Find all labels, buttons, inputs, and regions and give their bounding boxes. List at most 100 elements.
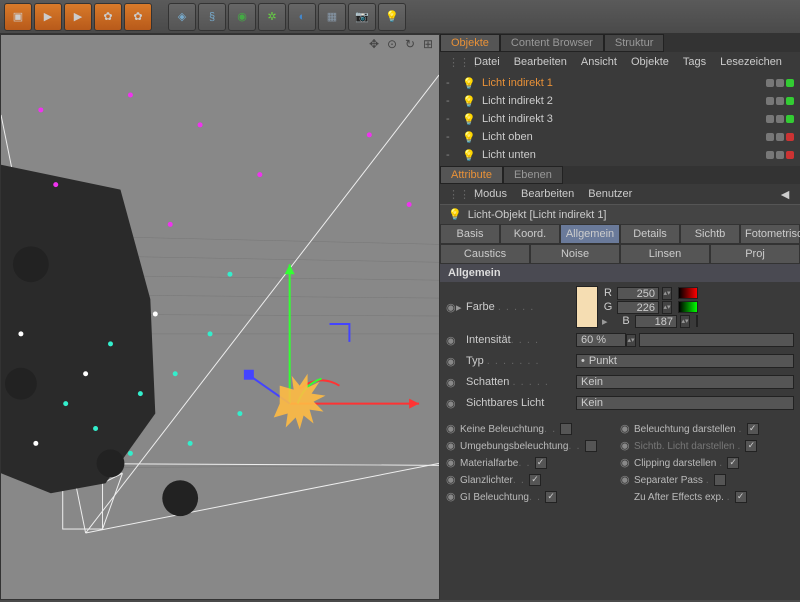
menu-edit[interactable]: Bearbeiten xyxy=(521,188,574,200)
prop-tab[interactable]: Basis xyxy=(440,224,500,244)
checkbox[interactable]: ✓ xyxy=(529,474,541,486)
checkbox[interactable] xyxy=(560,423,572,435)
visibility-dot[interactable] xyxy=(776,115,784,123)
attribute-tabs: Attribute Ebenen xyxy=(440,166,800,184)
prop-tab[interactable]: Linsen xyxy=(620,244,710,264)
checkbox[interactable]: ✓ xyxy=(747,423,759,435)
color-r-input[interactable]: 250 xyxy=(617,287,659,300)
visibility-dot[interactable] xyxy=(766,151,774,159)
prop-tab[interactable]: Koord. xyxy=(500,224,560,244)
visibility-dot[interactable] xyxy=(786,97,794,105)
checkbox[interactable]: ✓ xyxy=(727,457,739,469)
tab-objects[interactable]: Objekte xyxy=(440,34,500,52)
tool-render-icon[interactable]: ▶ xyxy=(34,3,62,31)
visibility-dot[interactable] xyxy=(766,97,774,105)
tool-spline-icon[interactable]: § xyxy=(198,3,226,31)
prop-tab[interactable]: Proj xyxy=(710,244,800,264)
object-name[interactable]: Licht indirekt 2 xyxy=(482,95,766,107)
vp-maximize-icon[interactable]: ⊞ xyxy=(421,37,435,51)
checkbox[interactable]: ✓ xyxy=(545,491,557,503)
tool-cube-icon[interactable]: ▣ xyxy=(4,3,32,31)
main-toolbar: ▣ ▶ ▶ ✿ ✿ ◈ § ◉ ✲ ◐ ▦ 📷 💡 xyxy=(0,0,800,34)
grip-icon[interactable]: ⋮⋮⋮ xyxy=(448,56,460,69)
color-b-input[interactable]: 187 xyxy=(635,315,677,328)
spinner-icon[interactable]: ▴▾ xyxy=(626,334,636,347)
tool-generator-icon[interactable]: ◉ xyxy=(228,3,256,31)
tool-light-icon[interactable]: 💡 xyxy=(378,3,406,31)
vp-move-icon[interactable]: ✥ xyxy=(367,37,381,51)
menu-view[interactable]: Ansicht xyxy=(581,56,617,68)
prop-tab[interactable]: Fotometrisch xyxy=(740,224,800,244)
light-icon: 💡 xyxy=(462,113,476,126)
checkbox[interactable] xyxy=(714,474,726,486)
tab-content-browser[interactable]: Content Browser xyxy=(500,34,604,52)
tab-structure[interactable]: Struktur xyxy=(604,34,665,52)
tool-deformer-icon[interactable]: ✲ xyxy=(258,3,286,31)
red-slider[interactable] xyxy=(678,287,698,299)
object-name[interactable]: Licht oben xyxy=(482,131,766,143)
tool-floor-icon[interactable]: ▦ xyxy=(318,3,346,31)
tool-primitive-icon[interactable]: ◈ xyxy=(168,3,196,31)
color-g-input[interactable]: 226 xyxy=(617,301,659,314)
menu-bookmarks[interactable]: Lesezeichen xyxy=(720,56,782,68)
viewport-3d[interactable]: ✥ ⊙ ↻ ⊞ xyxy=(0,34,440,600)
visibility-dot[interactable] xyxy=(786,79,794,87)
visibility-dot[interactable] xyxy=(766,133,774,141)
visibility-dot[interactable] xyxy=(786,115,794,123)
spinner-icon[interactable]: ▴▾ xyxy=(662,287,672,300)
object-row[interactable]: -💡Licht unten xyxy=(440,146,800,164)
prop-type: ◉ Typ . . . . . . . •Punkt xyxy=(446,352,794,370)
prop-tab[interactable]: Allgemein xyxy=(560,224,620,244)
vp-zoom-icon[interactable]: ⊙ xyxy=(385,37,399,51)
object-row[interactable]: -💡Licht indirekt 3 xyxy=(440,110,800,128)
tool-rendersettings2-icon[interactable]: ✿ xyxy=(124,3,152,31)
tool-render2-icon[interactable]: ▶ xyxy=(64,3,92,31)
vp-rotate-icon[interactable]: ↻ xyxy=(403,37,417,51)
object-name[interactable]: Licht indirekt 3 xyxy=(482,113,766,125)
visibility-dot[interactable] xyxy=(786,133,794,141)
spinner-icon[interactable]: ▴▾ xyxy=(662,301,672,314)
checkbox[interactable]: ✓ xyxy=(735,491,747,503)
checkbox[interactable]: ✓ xyxy=(535,457,547,469)
menu-objects[interactable]: Objekte xyxy=(631,56,669,68)
tab-layers[interactable]: Ebenen xyxy=(503,166,563,184)
nav-back-icon[interactable]: ◄ xyxy=(778,186,792,202)
prop-tab[interactable]: Caustics xyxy=(440,244,530,264)
visibility-dot[interactable] xyxy=(776,79,784,87)
object-row[interactable]: -💡Licht indirekt 2 xyxy=(440,92,800,110)
tool-rendersettings-icon[interactable]: ✿ xyxy=(94,3,122,31)
object-row[interactable]: -💡Licht oben xyxy=(440,128,800,146)
intensity-input[interactable]: 60 % xyxy=(576,333,626,347)
visibility-dot[interactable] xyxy=(776,151,784,159)
green-slider[interactable] xyxy=(678,301,698,313)
menu-file[interactable]: Datei xyxy=(474,56,500,68)
checkbox[interactable]: ✓ xyxy=(745,440,757,452)
visibility-dot[interactable] xyxy=(786,151,794,159)
menu-mode[interactable]: Modus xyxy=(474,188,507,200)
object-name[interactable]: Licht indirekt 1 xyxy=(482,77,766,89)
object-row[interactable]: -💡Licht indirekt 1 xyxy=(440,74,800,92)
tab-attribute[interactable]: Attribute xyxy=(440,166,503,184)
color-swatch[interactable] xyxy=(576,286,598,328)
prop-tab[interactable]: Noise xyxy=(530,244,620,264)
checkbox[interactable] xyxy=(585,440,597,452)
shadow-dropdown[interactable]: Kein xyxy=(576,375,794,389)
menu-tags[interactable]: Tags xyxy=(683,56,706,68)
object-name[interactable]: Licht unten xyxy=(482,149,766,161)
grip-icon[interactable]: ⋮⋮⋮ xyxy=(448,188,460,201)
tool-camera-icon[interactable]: 📷 xyxy=(348,3,376,31)
visible-light-dropdown[interactable]: Kein xyxy=(576,396,794,410)
menu-user[interactable]: Benutzer xyxy=(588,188,632,200)
type-dropdown[interactable]: •Punkt xyxy=(576,354,794,368)
spinner-icon[interactable]: ▴▾ xyxy=(680,315,690,328)
tool-environment-icon[interactable]: ◐ xyxy=(288,3,316,31)
visibility-dot[interactable] xyxy=(776,133,784,141)
intensity-slider[interactable] xyxy=(639,333,794,347)
blue-slider[interactable] xyxy=(696,315,698,327)
menu-edit[interactable]: Bearbeiten xyxy=(514,56,567,68)
prop-tab[interactable]: Sichtb xyxy=(680,224,740,244)
prop-tab[interactable]: Details xyxy=(620,224,680,244)
visibility-dot[interactable] xyxy=(766,79,774,87)
visibility-dot[interactable] xyxy=(766,115,774,123)
visibility-dot[interactable] xyxy=(776,97,784,105)
